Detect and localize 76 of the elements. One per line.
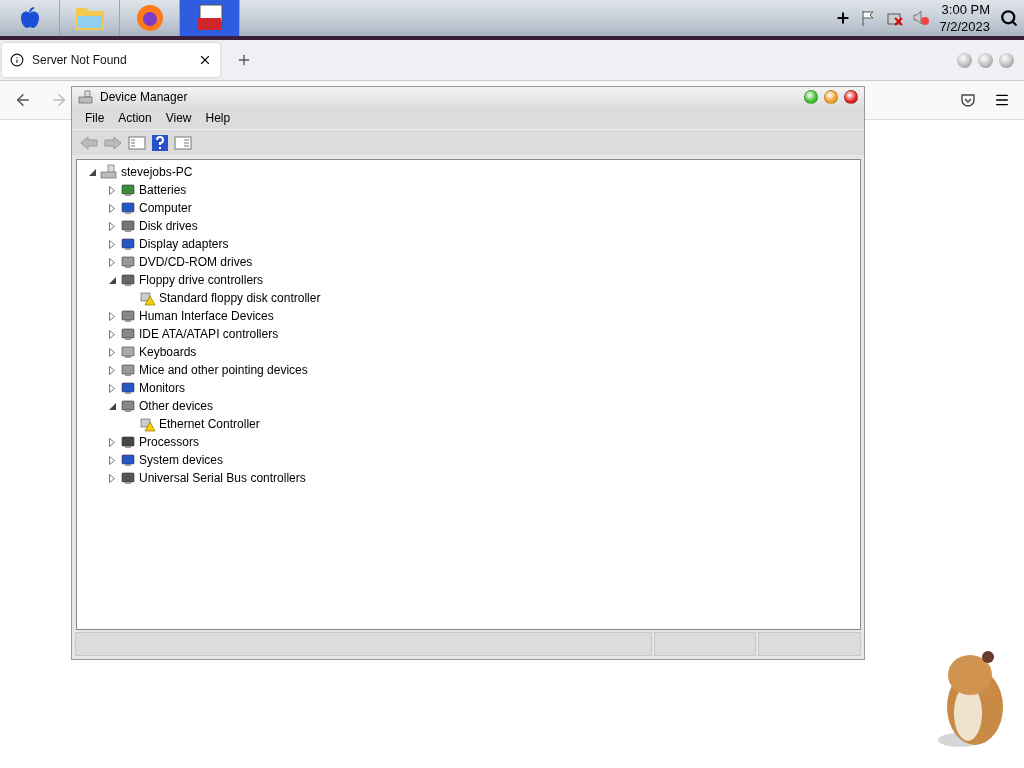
tree-item-label[interactable]: Display adapters: [139, 237, 229, 251]
console-tree-icon[interactable]: [128, 135, 146, 150]
tree-item-label[interactable]: Batteries: [139, 183, 187, 197]
device-icon: [120, 344, 136, 360]
expand-arrow[interactable]: [107, 347, 117, 357]
back-icon[interactable]: [14, 91, 32, 109]
expand-arrow[interactable]: [107, 185, 117, 195]
expand-arrow[interactable]: [107, 437, 117, 447]
tree-item-label[interactable]: Human Interface Devices: [139, 309, 274, 323]
tree-item-label[interactable]: Standard floppy disk controller: [159, 291, 321, 305]
properties-icon[interactable]: [174, 135, 192, 150]
menu-item[interactable]: Action: [111, 109, 159, 127]
tree-item-label[interactable]: System devices: [139, 453, 224, 467]
device-icon: [120, 308, 136, 324]
expand-arrow[interactable]: [107, 221, 117, 231]
menu-item[interactable]: View: [158, 109, 199, 127]
speaker-muted-icon[interactable]: [913, 10, 930, 26]
expand-arrow[interactable]: [107, 311, 117, 321]
device-icon: [120, 362, 136, 378]
collapse-arrow[interactable]: [107, 402, 117, 410]
pocket-icon[interactable]: [960, 92, 976, 108]
menu-item[interactable]: Help: [198, 109, 238, 127]
window-title: Device Manager: [100, 90, 188, 104]
expand-arrow[interactable]: [107, 203, 117, 213]
expand-arrow[interactable]: [107, 473, 117, 483]
device-icon: [120, 398, 136, 414]
device-icon: [120, 434, 136, 450]
tree-item-label[interactable]: Monitors: [139, 381, 185, 395]
collapse-arrow[interactable]: [87, 168, 97, 176]
close-button[interactable]: [844, 90, 858, 104]
help-icon[interactable]: [152, 134, 168, 151]
new-tab-icon[interactable]: [236, 52, 252, 68]
info-icon: [10, 53, 24, 67]
expand-arrow[interactable]: [107, 239, 117, 249]
device-icon: [120, 380, 136, 396]
browser-tab[interactable]: Server Not Found: [2, 43, 220, 77]
device-icon: [120, 182, 136, 198]
zoom-button[interactable]: [804, 90, 818, 104]
computer-icon: [78, 90, 94, 104]
device-icon: [120, 326, 136, 342]
tree-item-label[interactable]: Universal Serial Bus controllers: [139, 471, 306, 485]
tree-item-label[interactable]: IDE ATA/ATAPI controllers: [139, 327, 279, 341]
browser-icon: [134, 3, 165, 33]
tree-item-label[interactable]: Ethernet Controller: [159, 417, 260, 431]
apple-icon[interactable]: [19, 7, 40, 29]
device-icon: [120, 470, 136, 486]
tree-item-label[interactable]: Other devices: [139, 399, 214, 413]
computer-icon: [100, 164, 118, 180]
tree-item-label[interactable]: Disk drives: [139, 219, 198, 233]
tree-item-label[interactable]: stevejobs-PC: [121, 165, 193, 179]
expand-arrow[interactable]: [107, 365, 117, 375]
device-icon: [120, 272, 136, 288]
expand-arrow[interactable]: [107, 383, 117, 393]
search-icon[interactable]: [1000, 9, 1018, 27]
minimize-button[interactable]: [824, 90, 838, 104]
tree-item-label[interactable]: Keyboards: [139, 345, 197, 359]
network-error-icon[interactable]: [887, 10, 904, 26]
device-icon: [120, 236, 136, 252]
clock[interactable]: 3:00 PM 7/2/2023: [939, 1, 990, 35]
device-icon: [120, 200, 136, 216]
menu-item[interactable]: File: [78, 109, 112, 127]
expand-arrow[interactable]: [107, 455, 117, 465]
expand-arrow[interactable]: [107, 329, 117, 339]
tree-item-label[interactable]: Floppy drive controllers: [139, 273, 264, 287]
tree-item-label[interactable]: DVD/CD-ROM drives: [139, 255, 253, 269]
device-icon: [120, 218, 136, 234]
tree-item-label[interactable]: Computer: [139, 201, 192, 215]
tree-item-label[interactable]: Mice and other pointing devices: [139, 363, 308, 377]
taskbar-app[interactable]: [180, 0, 240, 36]
device-icon: [120, 452, 136, 468]
close-tab-icon[interactable]: [198, 53, 212, 67]
menu-icon[interactable]: [994, 92, 1010, 108]
tree-item-label[interactable]: Processors: [139, 435, 200, 449]
device-icon: [120, 254, 136, 270]
expand-arrow[interactable]: [107, 257, 117, 267]
collapse-arrow[interactable]: [107, 276, 117, 284]
